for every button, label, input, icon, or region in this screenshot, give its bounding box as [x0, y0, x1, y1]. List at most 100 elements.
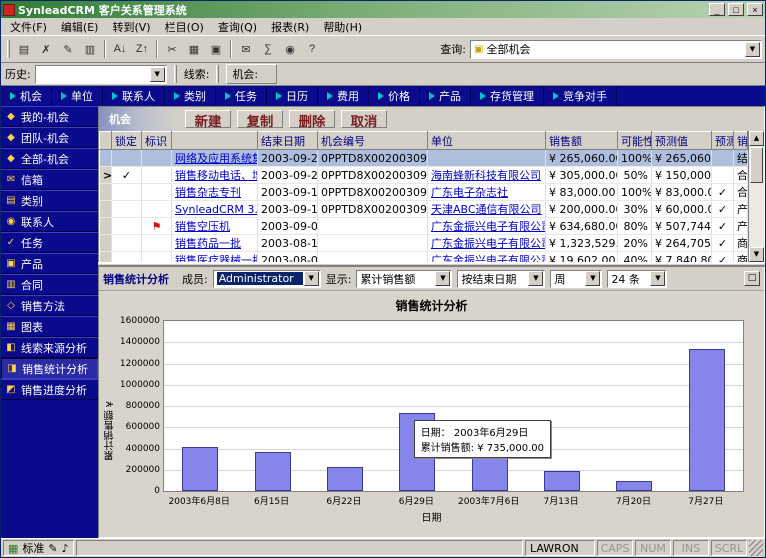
new-icon[interactable]: ▤ [13, 39, 35, 60]
row-selector-cell[interactable] [100, 184, 112, 201]
table-column-header[interactable]: 标识 [142, 132, 172, 150]
ime-status-segment[interactable]: ▦ 标准 ✎ ♪ [3, 540, 74, 556]
display-dropdown-icon[interactable]: ▼ [435, 271, 450, 286]
nav-tab[interactable]: 费用 [318, 86, 369, 106]
sidebar-item[interactable]: ◉联系人 [1, 211, 98, 232]
menu-item[interactable]: 编辑(E) [54, 18, 106, 36]
sidebar-item[interactable]: ◆我的-机会 [1, 106, 98, 127]
table-row[interactable]: 销售药品一批2003-08-11广东金振兴电子有限公司¥ 1,323,529.2… [100, 235, 748, 252]
sidebar-item[interactable]: ▥合同 [1, 274, 98, 295]
sum-icon[interactable]: ∑ [257, 39, 279, 60]
display-combobox[interactable]: 累计销售额 ▼ [356, 270, 452, 288]
sidebar-item[interactable]: ✉信箱 [1, 169, 98, 190]
scroll-down-icon[interactable]: ▼ [749, 247, 764, 262]
table-row[interactable]: >✓销售移动电话、增送2003-09-230PPTD8X002003092300… [100, 167, 748, 184]
unit-link[interactable]: 广东金振兴电子有限公司 [428, 252, 546, 263]
sidebar-item[interactable]: ◩销售进度分析 [1, 379, 98, 400]
sidebar-item[interactable]: ◆全部-机会 [1, 148, 98, 169]
table-row[interactable]: 网络及应用系统集成2003-09-230PPTD8X0020030923001¥… [100, 150, 748, 167]
menu-item[interactable]: 帮助(H) [316, 18, 369, 36]
find-icon[interactable]: ◉ [279, 39, 301, 60]
table-column-header[interactable] [172, 132, 258, 150]
row-selector-cell[interactable] [100, 150, 112, 167]
row-selector-cell[interactable] [100, 201, 112, 218]
nav-tab[interactable]: 存货管理 [471, 86, 544, 106]
table-scrollbar[interactable]: ▲ ▼ [748, 131, 764, 262]
unit-link[interactable]: 广东金振兴电子有限公司 [428, 235, 546, 252]
sidebar-item[interactable]: ◨销售统计分析 [1, 358, 98, 379]
nav-tab[interactable]: 竞争对手 [544, 86, 617, 106]
table-column-header[interactable]: 结束日期 [258, 132, 318, 150]
scrollbar-track[interactable] [749, 184, 764, 247]
nav-tab[interactable]: 机会 [1, 86, 52, 106]
opportunity-name-link[interactable]: 销售空压机 [172, 218, 258, 235]
unit-link[interactable]: 天津ABC通信有限公司 [428, 201, 546, 218]
table-column-header[interactable]: 销 [734, 132, 748, 150]
opportunity-action-button[interactable]: 取消 [341, 110, 387, 128]
table-row[interactable]: SynleadCRM 3.02003-09-160PPTD8X002003091… [100, 201, 748, 218]
date-basis-combobox[interactable]: 按结束日期 ▼ [457, 270, 545, 288]
table-column-header[interactable] [100, 132, 112, 150]
date-basis-dropdown-icon[interactable]: ▼ [528, 271, 543, 286]
sort-ascending-icon[interactable]: A↓ [109, 39, 131, 60]
table-column-header[interactable]: 机会编号 [318, 132, 428, 150]
row-selector-cell[interactable]: > [100, 167, 112, 184]
speaker-icon[interactable]: ♪ [62, 542, 69, 555]
keyboard-icon[interactable]: ▦ [8, 542, 18, 555]
table-row[interactable]: 销售杂志专刊2003-09-160PPTD8X0020030916001广东电子… [100, 184, 748, 201]
menu-item[interactable]: 转到(V) [105, 18, 157, 36]
resize-grip[interactable] [749, 540, 763, 556]
unit-link[interactable]: 广东金振兴电子有限公司 [428, 218, 546, 235]
table-column-header[interactable]: 预测值 [652, 132, 712, 150]
menu-item[interactable]: 栏目(O) [158, 18, 211, 36]
nav-tab[interactable]: 单位 [52, 86, 103, 106]
sidebar-item[interactable]: ▦图表 [1, 316, 98, 337]
period-combobox[interactable]: 周 ▼ [550, 270, 602, 288]
opportunity-chip[interactable]: 机会: [226, 64, 277, 84]
nav-tab[interactable]: 日历 [267, 86, 318, 106]
pen-icon[interactable]: ✎ [48, 542, 57, 555]
paste-icon[interactable]: ▣ [205, 39, 227, 60]
row-selector-cell[interactable] [100, 218, 112, 235]
table-column-header[interactable]: 预测 [712, 132, 734, 150]
sidebar-item[interactable]: ◧线索来源分析 [1, 337, 98, 358]
opportunity-name-link[interactable]: 销售药品一批 [172, 235, 258, 252]
help-icon[interactable]: ? [301, 39, 323, 60]
count-dropdown-icon[interactable]: ▼ [650, 271, 665, 286]
copy-icon[interactable]: ▦ [183, 39, 205, 60]
nav-tab[interactable]: 类别 [165, 86, 216, 106]
table-column-header[interactable]: 锁定 [112, 132, 142, 150]
leads-toolbar-grip[interactable] [174, 65, 177, 83]
menu-item[interactable]: 报表(R) [264, 18, 316, 36]
member-dropdown-icon[interactable]: ▼ [304, 271, 319, 286]
scroll-up-icon[interactable]: ▲ [749, 131, 764, 146]
opportunity-action-button[interactable]: 删除 [289, 110, 335, 128]
opportunity-name-link[interactable]: 销售杂志专刊 [172, 184, 258, 201]
unit-link[interactable]: 广东电子杂志社 [428, 184, 546, 201]
sidebar-item[interactable]: ◇销售方法 [1, 295, 98, 316]
table-column-header[interactable]: 单位 [428, 132, 546, 150]
nav-tab[interactable]: 价格 [369, 86, 420, 106]
nav-tab[interactable]: 产品 [420, 86, 471, 106]
history-combobox[interactable]: ▼ [35, 65, 167, 84]
sort-descending-icon[interactable]: Z↑ [131, 39, 153, 60]
minimize-button[interactable]: _ [709, 3, 725, 16]
sidebar-item[interactable]: ✓任务 [1, 232, 98, 253]
sidebar-item[interactable]: ▣产品 [1, 253, 98, 274]
table-row[interactable]: 销售医疗器械一批2003-08-01广东金振兴电子有限公司¥ 19,602.00… [100, 252, 748, 263]
mail-icon[interactable]: ✉ [235, 39, 257, 60]
count-combobox[interactable]: 24 条 ▼ [607, 270, 667, 288]
sidebar-item[interactable]: ▤类别 [1, 190, 98, 211]
properties-icon[interactable]: ✎ [57, 39, 79, 60]
table-row[interactable]: ⚑销售空压机2003-09-09广东金振兴电子有限公司¥ 634,680.008… [100, 218, 748, 235]
delete-icon[interactable]: ✗ [35, 39, 57, 60]
toolbar-grip[interactable] [7, 40, 10, 58]
nav-tab[interactable]: 联系人 [103, 86, 165, 106]
menu-item[interactable]: 查询(Q) [211, 18, 264, 36]
close-button[interactable]: × [747, 3, 763, 16]
table-column-header[interactable]: 可能性 [618, 132, 652, 150]
query-dropdown-icon[interactable]: ▼ [745, 42, 760, 57]
expand-chart-button[interactable]: □ [744, 271, 760, 286]
member-combobox[interactable]: Administrator ▼ [213, 270, 321, 288]
unit-link[interactable]: 海南蜂新科技有限公司 [428, 167, 546, 184]
